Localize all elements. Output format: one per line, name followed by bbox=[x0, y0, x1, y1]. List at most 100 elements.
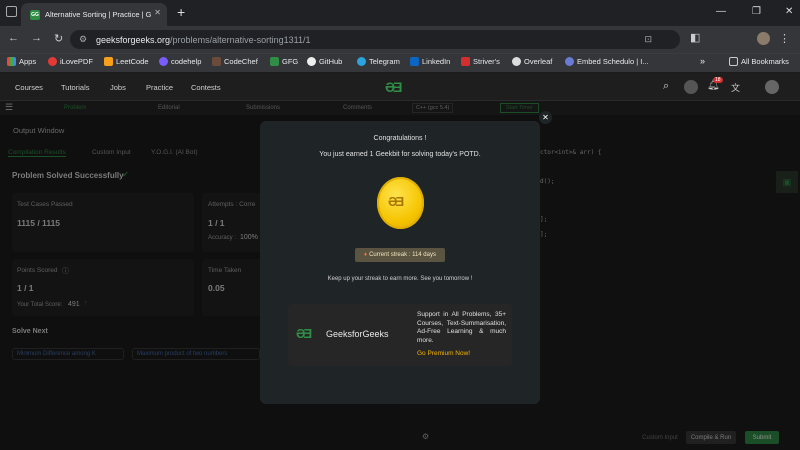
bookmark-label: Striver's bbox=[473, 57, 500, 66]
code-line: ]; bbox=[540, 231, 548, 238]
next-problem-chip[interactable]: Minimum Difference among K bbox=[12, 348, 124, 360]
chat-icon[interactable]: ▣ bbox=[776, 171, 798, 193]
search-icon[interactable]: ⌕ bbox=[663, 80, 669, 93]
telegram-icon bbox=[357, 57, 366, 66]
accuracy-value: 100% bbox=[240, 234, 258, 241]
accuracy-label: Accuracy : bbox=[208, 235, 237, 241]
new-tab-icon[interactable]: + bbox=[177, 4, 185, 20]
close-tab-icon[interactable]: ✕ bbox=[154, 8, 161, 17]
promo-brand: GeeksforGeeks bbox=[326, 329, 389, 339]
bookmark-item[interactable]: GFG bbox=[270, 57, 298, 66]
bookmark-label: All Bookmarks bbox=[741, 57, 789, 66]
output-tab[interactable]: Y.O.G.I. (AI Bot) bbox=[151, 149, 197, 156]
bookmark-item[interactable]: Embed Schedulo | I... bbox=[565, 57, 649, 66]
browser-tab[interactable]: GG Alternative Sorting | Practice | G ✕ bbox=[21, 3, 167, 26]
output-tab[interactable]: Compilation Results bbox=[8, 149, 66, 157]
bookmark-label: Apps bbox=[19, 57, 37, 66]
profile-avatar[interactable] bbox=[757, 32, 770, 45]
translate-icon[interactable]: 文 bbox=[731, 81, 740, 94]
back-icon[interactable]: ← bbox=[8, 32, 19, 44]
info-icon[interactable]: ⓘ bbox=[62, 266, 69, 276]
bookmark-label: Overleaf bbox=[524, 57, 553, 66]
tab-editorial[interactable]: Editorial bbox=[158, 105, 180, 111]
output-tab[interactable]: Custom Input bbox=[92, 149, 131, 156]
user-avatar[interactable] bbox=[765, 80, 779, 94]
site-info-icon[interactable]: ⚙ bbox=[79, 34, 87, 45]
bookmark-item[interactable]: GitHub bbox=[307, 57, 342, 66]
next-problem-chip[interactable]: Maximum product of two numbers bbox=[132, 348, 260, 360]
language-select[interactable]: C++ (gcc 5.4) bbox=[412, 103, 454, 113]
nav-courses[interactable]: Courses bbox=[15, 83, 43, 92]
bookmark-item[interactable]: CodeChef bbox=[212, 57, 258, 66]
nav-tutorials[interactable]: Tutorials bbox=[61, 83, 89, 92]
points-value: 1 / 1 bbox=[17, 283, 34, 293]
bookmark-item[interactable]: Apps bbox=[7, 57, 36, 66]
apps-icon[interactable]: ⋮ bbox=[779, 32, 790, 45]
restore-icon[interactable]: ❐ bbox=[752, 6, 761, 17]
points-card: Points Scored ⓘ 1 / 1 Your Total Score: … bbox=[12, 259, 194, 316]
close-modal-icon[interactable]: ✕ bbox=[539, 111, 552, 124]
start-timer-button[interactable]: Start Timer bbox=[500, 103, 539, 113]
submit-button[interactable]: Submit bbox=[745, 431, 779, 444]
bookmark-item[interactable]: LinkedIn bbox=[410, 57, 450, 66]
more-bookmarks-icon[interactable]: » bbox=[700, 56, 705, 66]
gfg-logo[interactable]: ƏƎ bbox=[385, 79, 402, 95]
streak-badge: ♦ Current streak : 114 days bbox=[355, 248, 445, 262]
total-score-label: Your Total Score: bbox=[17, 302, 63, 308]
bookmark-item[interactable]: Telegram bbox=[357, 57, 400, 66]
strivers-icon bbox=[461, 57, 470, 66]
premium-promo[interactable]: ƏƎ GeeksforGeeks Support in All Problems… bbox=[288, 304, 512, 366]
url-field[interactable]: ⚙ geeksforgeeks.org/problems/alternative… bbox=[70, 30, 680, 49]
tab-problem[interactable]: Problem bbox=[64, 105, 86, 111]
modal-message: You just earned 1 Geekbit for solving to… bbox=[319, 151, 481, 158]
nav-jobs[interactable]: Jobs bbox=[110, 83, 126, 92]
all-bookmarks-folder[interactable]: All Bookmarks bbox=[729, 57, 789, 66]
apps-grid-icon bbox=[7, 57, 16, 66]
folder-icon bbox=[729, 57, 738, 66]
leetcode-icon bbox=[104, 57, 113, 66]
browser-tab-strip: GG Alternative Sorting | Practice | G ✕ … bbox=[0, 0, 800, 26]
bookmarks-bar: Apps iLovePDF LeetCode codehelp CodeChef… bbox=[0, 53, 800, 72]
custom-input-button[interactable]: Custom Input bbox=[640, 431, 680, 444]
test-cases-label: Test Cases Passed bbox=[17, 201, 73, 208]
nav-practice[interactable]: Practice bbox=[146, 83, 173, 92]
compile-run-button[interactable]: Compile & Run bbox=[686, 431, 736, 444]
code-line: d(); bbox=[540, 178, 555, 185]
tab-submissions[interactable]: Submissions bbox=[246, 105, 280, 111]
test-cases-value: 1115 / 1115 bbox=[17, 218, 61, 228]
go-premium-link[interactable]: Go Premium Now! bbox=[417, 350, 470, 357]
bookmark-item[interactable]: iLovePDF bbox=[48, 57, 93, 66]
minimize-icon[interactable]: — bbox=[716, 6, 726, 17]
tab-comments[interactable]: Comments bbox=[343, 105, 372, 111]
tab-title: Alternative Sorting | Practice | G bbox=[45, 10, 152, 19]
bookmark-label: CodeChef bbox=[224, 57, 258, 66]
bookmark-label: LeetCode bbox=[116, 57, 149, 66]
ilovepdf-icon bbox=[48, 57, 57, 66]
cast-icon[interactable]: ⊡ bbox=[644, 34, 652, 45]
notification-badge: 18 bbox=[713, 77, 723, 83]
extensions-icon[interactable]: ◧ bbox=[690, 31, 700, 44]
linkedin-icon bbox=[410, 57, 419, 66]
theme-toggle[interactable] bbox=[684, 80, 698, 94]
settings-icon[interactable]: ⚙ bbox=[422, 432, 429, 441]
solve-next-heading: Solve Next bbox=[12, 328, 48, 335]
geekbit-coin-icon: ƏƎ bbox=[377, 177, 424, 229]
forward-icon[interactable]: → bbox=[31, 32, 42, 44]
editor-toolbar: C++ (gcc 5.4) Start Timer bbox=[400, 101, 800, 115]
bookmark-item[interactable]: Striver's bbox=[461, 57, 500, 66]
attempts-value: 1 / 1 bbox=[208, 218, 225, 228]
close-window-icon[interactable]: ✕ bbox=[785, 6, 793, 17]
bookmark-item[interactable]: LeetCode bbox=[104, 57, 149, 66]
nav-contests[interactable]: Contests bbox=[191, 83, 221, 92]
menu-icon[interactable]: ☰ bbox=[5, 102, 13, 113]
output-title: Output Window bbox=[13, 126, 65, 135]
tab-search-icon[interactable] bbox=[6, 6, 17, 17]
modal-footer-text: Keep up your streak to earn more. See yo… bbox=[327, 276, 473, 282]
bookmark-item[interactable]: Overleaf bbox=[512, 57, 552, 66]
gfg-favicon-icon: GG bbox=[30, 9, 40, 20]
arrow-up-icon: ↑ bbox=[84, 300, 88, 307]
test-cases-card: Test Cases Passed 1115 / 1115 bbox=[12, 193, 194, 252]
reload-icon[interactable]: ↻ bbox=[54, 32, 63, 45]
bookmark-item[interactable]: codehelp bbox=[159, 57, 201, 66]
github-icon bbox=[307, 57, 316, 66]
